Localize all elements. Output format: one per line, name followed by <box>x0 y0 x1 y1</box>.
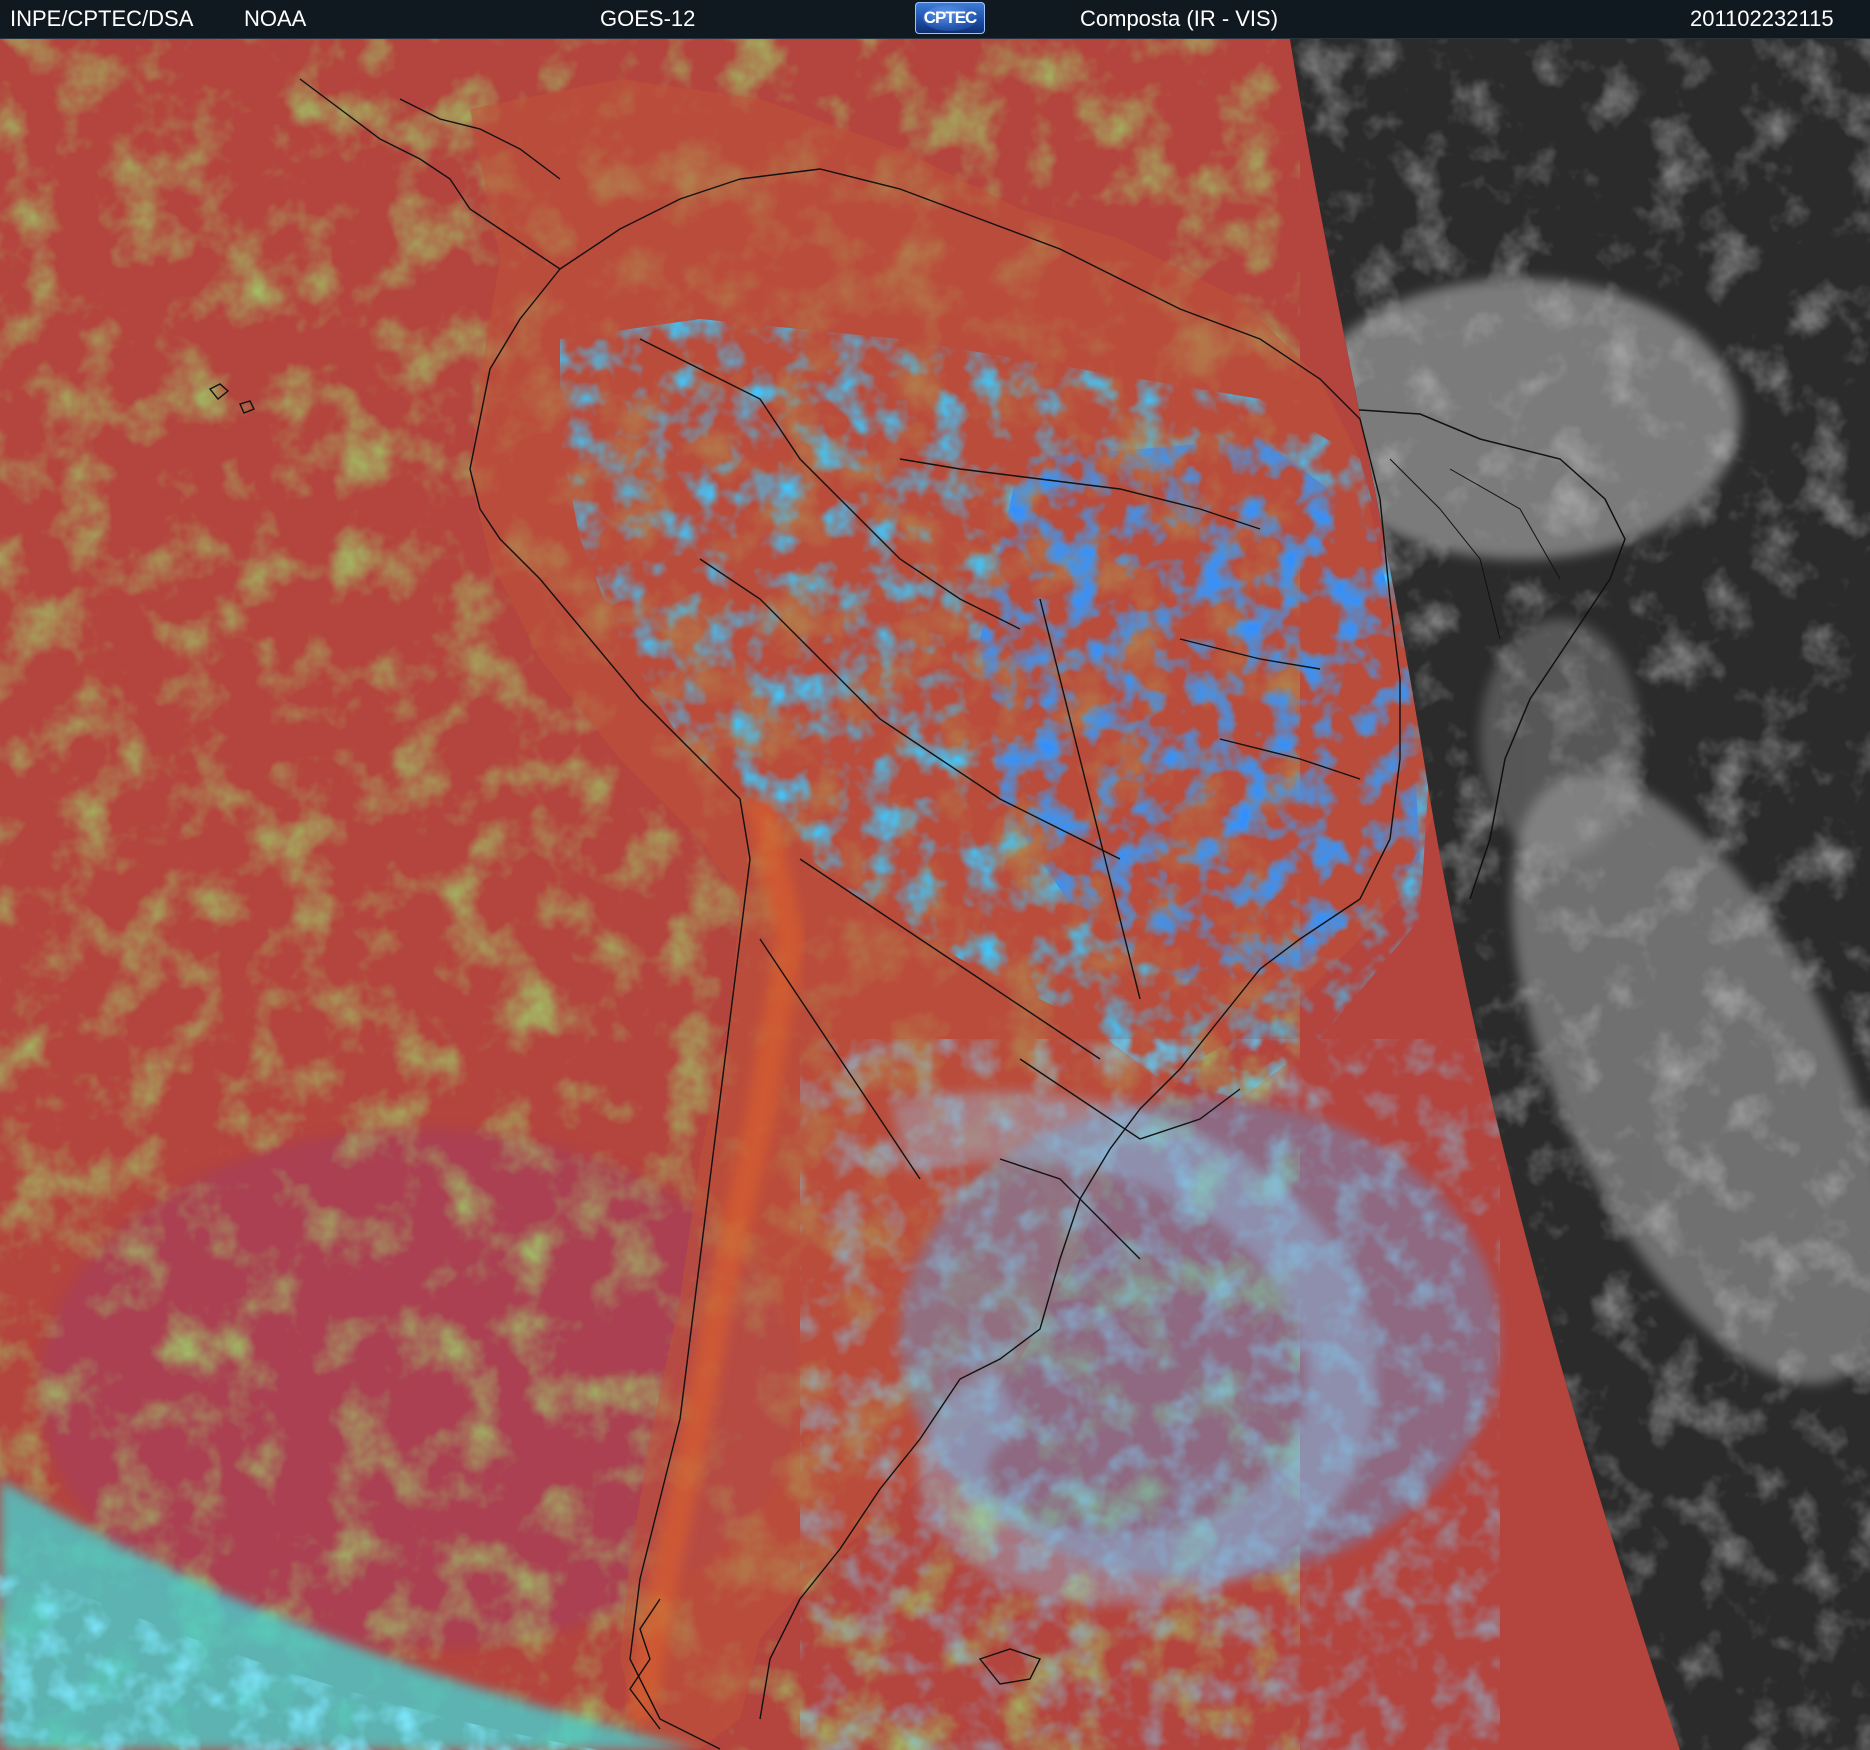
cptec-logo-icon: CPTEC <box>915 2 985 34</box>
source-label: NOAA <box>244 6 307 31</box>
timestamp-label: 201102232115 <box>1690 6 1834 31</box>
logo-text: CPTEC <box>923 8 978 27</box>
satellite-label: GOES-12 <box>600 6 696 31</box>
agency-label: INPE/CPTEC/DSA <box>10 6 194 31</box>
satellite-composite-image <box>0 39 1870 1750</box>
image-header-bar: INPE/CPTEC/DSA NOAA GOES-12 CPTEC Compos… <box>0 0 1870 39</box>
product-label: Composta (IR - VIS) <box>1080 6 1279 31</box>
